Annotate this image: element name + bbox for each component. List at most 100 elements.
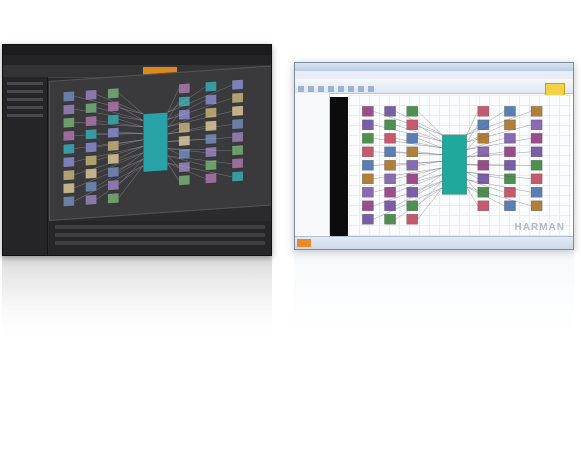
dsp-block[interactable]: [231, 170, 244, 182]
dsp-block[interactable]: [362, 173, 374, 184]
dsp-block[interactable]: [63, 104, 75, 116]
dsp-block[interactable]: [406, 133, 419, 144]
dsp-block[interactable]: [362, 133, 374, 144]
dsp-block[interactable]: [406, 146, 419, 158]
dsp-block[interactable]: [178, 161, 191, 173]
dsp-block[interactable]: [504, 106, 516, 117]
dsp-block[interactable]: [530, 119, 543, 131]
dsp-block[interactable]: [107, 140, 120, 152]
dsp-block[interactable]: [63, 143, 75, 155]
dsp-block[interactable]: [107, 153, 120, 165]
dsp-block[interactable]: [205, 94, 217, 106]
dsp-block[interactable]: [384, 173, 396, 184]
dsp-block[interactable]: [406, 106, 419, 117]
dsp-block[interactable]: [231, 144, 244, 156]
dsp-block[interactable]: [362, 160, 374, 171]
dsp-block[interactable]: [406, 200, 419, 211]
dsp-block[interactable]: [85, 181, 97, 193]
dsp-block[interactable]: [406, 119, 419, 131]
light-signal-flow-canvas[interactable]: [349, 95, 571, 237]
dsp-block[interactable]: [504, 200, 516, 211]
dsp-block[interactable]: [530, 173, 543, 184]
dsp-block[interactable]: [205, 81, 217, 93]
dsp-block[interactable]: [85, 154, 97, 166]
toolbar-icon[interactable]: [368, 86, 374, 92]
dsp-block[interactable]: [107, 192, 120, 204]
dark-signal-flow-canvas[interactable]: [49, 65, 271, 221]
dsp-block[interactable]: [205, 120, 217, 132]
toolbar-icon[interactable]: [358, 86, 364, 92]
dsp-block[interactable]: [530, 133, 543, 144]
dsp-block[interactable]: [205, 172, 217, 184]
toolbar-icon[interactable]: [298, 86, 304, 92]
dsp-block[interactable]: [477, 160, 490, 171]
dsp-block[interactable]: [530, 160, 543, 171]
dsp-block[interactable]: [384, 146, 396, 158]
dsp-block[interactable]: [231, 79, 244, 91]
start-button[interactable]: [297, 239, 311, 247]
matrix-mixer-block[interactable]: [441, 134, 467, 195]
dsp-block[interactable]: [231, 105, 244, 117]
dsp-block[interactable]: [384, 106, 396, 117]
dsp-block[interactable]: [406, 214, 419, 225]
dsp-block[interactable]: [63, 182, 75, 194]
dsp-block[interactable]: [85, 168, 97, 180]
toolbar-icon[interactable]: [338, 86, 344, 92]
dsp-block[interactable]: [85, 128, 97, 140]
dsp-block[interactable]: [231, 157, 244, 169]
toolbar-icon[interactable]: [308, 86, 314, 92]
dsp-block[interactable]: [107, 127, 120, 139]
dsp-block[interactable]: [362, 106, 374, 117]
dsp-block[interactable]: [178, 82, 191, 94]
dsp-block[interactable]: [85, 102, 97, 114]
dsp-block[interactable]: [384, 214, 396, 225]
dsp-block[interactable]: [107, 179, 120, 191]
dsp-block[interactable]: [384, 187, 396, 198]
dsp-block[interactable]: [231, 131, 244, 143]
dsp-block[interactable]: [63, 169, 75, 181]
dsp-block[interactable]: [530, 146, 543, 158]
dsp-block[interactable]: [530, 187, 543, 198]
toolbar-icon[interactable]: [318, 86, 324, 92]
dsp-block[interactable]: [504, 146, 516, 158]
dsp-block[interactable]: [205, 146, 217, 158]
dsp-block[interactable]: [384, 133, 396, 144]
dsp-block[interactable]: [178, 174, 191, 186]
dsp-block[interactable]: [362, 119, 374, 131]
dsp-block[interactable]: [477, 119, 490, 131]
dsp-block[interactable]: [362, 146, 374, 158]
dsp-block[interactable]: [63, 117, 75, 129]
dsp-block[interactable]: [362, 187, 374, 198]
dsp-block[interactable]: [63, 90, 75, 102]
dsp-block[interactable]: [477, 106, 490, 117]
light-window-device-tree[interactable]: [295, 93, 330, 235]
dsp-block[interactable]: [406, 160, 419, 171]
dsp-block[interactable]: [384, 200, 396, 211]
dsp-block[interactable]: [107, 101, 120, 112]
dsp-block[interactable]: [63, 195, 75, 207]
matrix-mixer-block[interactable]: [142, 112, 168, 173]
dsp-block[interactable]: [85, 194, 97, 206]
toolbar-icon[interactable]: [348, 86, 354, 92]
dsp-block[interactable]: [504, 119, 516, 131]
dsp-block[interactable]: [85, 115, 97, 127]
dsp-block[interactable]: [477, 133, 490, 144]
dsp-block[interactable]: [231, 92, 244, 104]
dsp-block[interactable]: [362, 200, 374, 211]
dsp-block[interactable]: [85, 89, 97, 101]
dsp-block[interactable]: [406, 187, 419, 198]
toolbar-icon[interactable]: [328, 86, 334, 92]
dsp-block[interactable]: [362, 214, 374, 225]
dsp-block[interactable]: [477, 200, 490, 211]
dsp-block[interactable]: [63, 130, 75, 142]
dsp-block[interactable]: [530, 200, 543, 211]
dsp-block[interactable]: [107, 114, 120, 126]
dsp-block[interactable]: [231, 118, 244, 130]
dsp-block[interactable]: [107, 166, 120, 178]
dsp-block[interactable]: [384, 160, 396, 171]
dsp-block[interactable]: [477, 187, 490, 198]
dsp-block[interactable]: [85, 141, 97, 153]
dsp-block[interactable]: [107, 87, 120, 99]
dsp-block[interactable]: [384, 119, 396, 131]
dsp-block[interactable]: [406, 173, 419, 184]
